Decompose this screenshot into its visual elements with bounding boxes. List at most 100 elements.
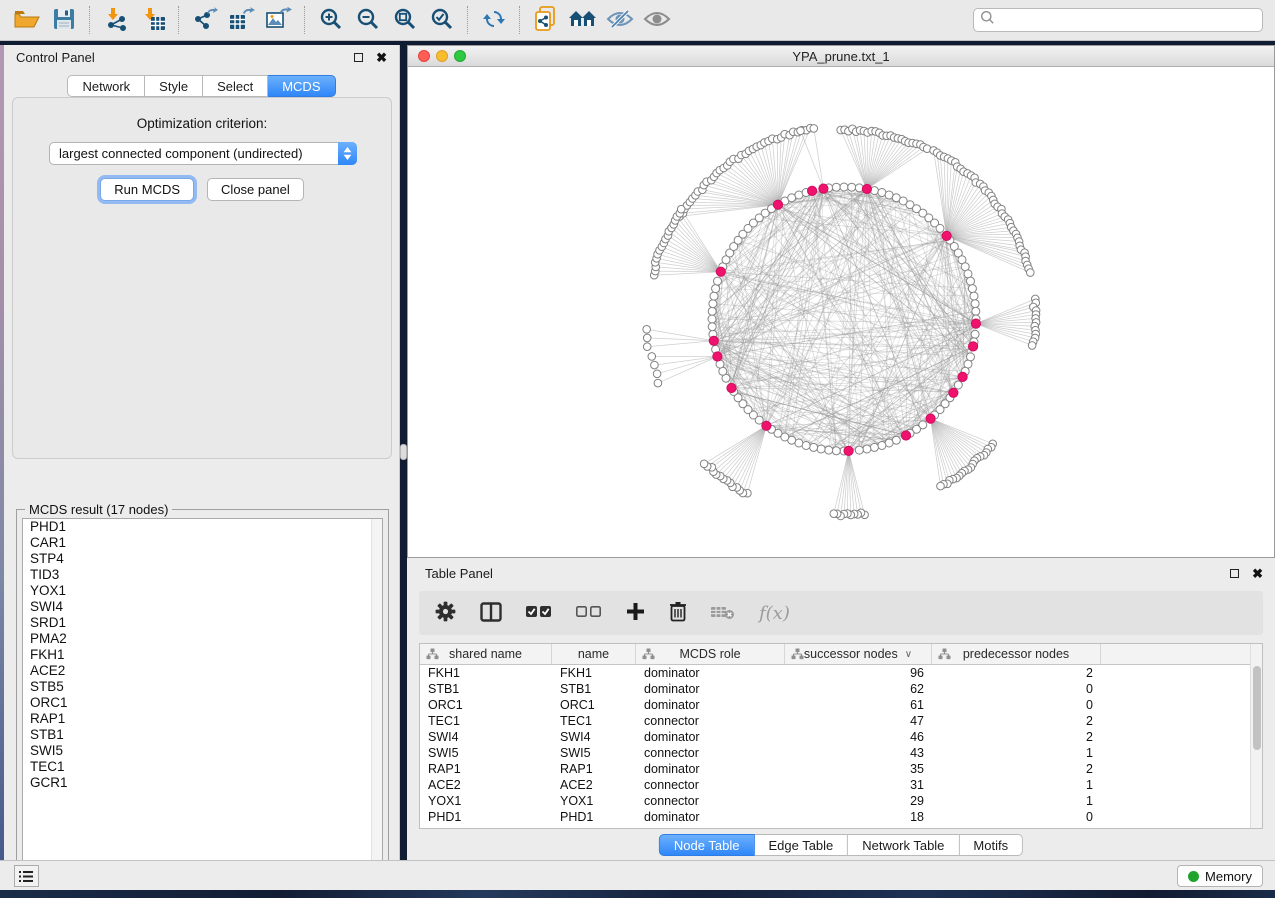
mcds-result-item[interactable]: TID3 (23, 567, 382, 583)
cell-shared-name[interactable]: PHD1 (420, 810, 552, 824)
optimization-criterion-select[interactable]: largest connected component (undirected) (49, 142, 357, 165)
cell-shared-name[interactable]: STB1 (420, 682, 552, 696)
table-row[interactable]: PHD1PHD1dominator180 (420, 809, 1262, 825)
mcds-result-item[interactable]: YOX1 (23, 583, 382, 599)
export-table-button[interactable] (223, 2, 260, 38)
cell-predecessor-nodes[interactable]: 0 (932, 810, 1101, 824)
cell-shared-name[interactable]: RAP1 (420, 762, 552, 776)
table-row[interactable]: SWI5SWI5connector431 (420, 745, 1262, 761)
mcds-result-item[interactable]: SRD1 (23, 615, 382, 631)
cell-successor-nodes[interactable]: 18 (785, 810, 932, 824)
cell-successor-nodes[interactable]: 96 (785, 666, 932, 680)
mcds-result-item[interactable]: ACE2 (23, 663, 382, 679)
column-header-shared-name[interactable]: shared name (420, 644, 552, 664)
export-network-button[interactable] (186, 2, 223, 38)
show-panel-button[interactable] (638, 2, 675, 38)
search-input[interactable] (995, 13, 1256, 27)
mcds-result-item[interactable]: PHD1 (23, 519, 382, 535)
deselect-all-rows-button[interactable] (576, 605, 602, 621)
table-scrollbar[interactable] (1250, 644, 1262, 828)
cell-name[interactable]: ACE2 (552, 778, 636, 792)
mcds-result-item[interactable]: PMA2 (23, 631, 382, 647)
tab-mcds[interactable]: MCDS (268, 75, 335, 97)
mcds-result-item[interactable]: SWI5 (23, 743, 382, 759)
search-field[interactable] (973, 8, 1263, 32)
table-row[interactable]: RAP1RAP1dominator352 (420, 761, 1262, 777)
table-tab-motifs[interactable]: Motifs (959, 834, 1023, 856)
toggle-columns-button[interactable] (480, 602, 502, 625)
network-window-titlebar[interactable]: YPA_prune.txt_1 (408, 46, 1274, 67)
cell-predecessor-nodes[interactable]: 2 (932, 762, 1101, 776)
cell-MCDS-role[interactable]: connector (636, 778, 785, 792)
mcds-result-item[interactable]: ORC1 (23, 695, 382, 711)
hide-panel-button[interactable] (601, 2, 638, 38)
panel-splitter-handle[interactable] (400, 444, 407, 460)
cell-successor-nodes[interactable]: 46 (785, 730, 932, 744)
column-header-name[interactable]: name (552, 644, 636, 664)
function-builder-button[interactable]: f(x) (759, 603, 790, 624)
cell-successor-nodes[interactable]: 35 (785, 762, 932, 776)
table-row[interactable]: TEC1TEC1connector472 (420, 713, 1262, 729)
tab-style[interactable]: Style (145, 75, 203, 97)
network-overview-button[interactable] (564, 2, 601, 38)
cell-name[interactable]: STB1 (552, 682, 636, 696)
cell-name[interactable]: TEC1 (552, 714, 636, 728)
table-row[interactable]: ORC1ORC1dominator610 (420, 697, 1262, 713)
cell-shared-name[interactable]: ACE2 (420, 778, 552, 792)
cell-name[interactable]: YOX1 (552, 794, 636, 808)
cell-shared-name[interactable]: TEC1 (420, 714, 552, 728)
save-session-button[interactable] (45, 2, 82, 38)
cell-MCDS-role[interactable]: dominator (636, 730, 785, 744)
memory-button[interactable]: Memory (1177, 865, 1263, 887)
cell-MCDS-role[interactable]: dominator (636, 698, 785, 712)
cell-predecessor-nodes[interactable]: 1 (932, 794, 1101, 808)
table-row[interactable]: STB1STB1dominator620 (420, 681, 1262, 697)
cell-predecessor-nodes[interactable]: 0 (932, 682, 1101, 696)
cell-MCDS-role[interactable]: connector (636, 794, 785, 808)
table-row[interactable]: FKH1FKH1dominator962 (420, 665, 1262, 681)
clone-network-button[interactable] (527, 2, 564, 38)
mcds-result-item[interactable]: STB5 (23, 679, 382, 695)
table-scrollbar-thumb[interactable] (1253, 666, 1261, 750)
cell-name[interactable]: ORC1 (552, 698, 636, 712)
close-panel-icon[interactable]: ✖ (376, 51, 387, 64)
cell-predecessor-nodes[interactable]: 2 (932, 730, 1101, 744)
cell-name[interactable]: FKH1 (552, 666, 636, 680)
run-mcds-button[interactable]: Run MCDS (100, 178, 194, 201)
cell-predecessor-nodes[interactable]: 2 (932, 714, 1101, 728)
column-header-predecessor-nodes[interactable]: predecessor nodes (932, 644, 1101, 664)
cell-predecessor-nodes[interactable]: 0 (932, 698, 1101, 712)
mcds-result-item[interactable]: STB1 (23, 727, 382, 743)
cell-successor-nodes[interactable]: 61 (785, 698, 932, 712)
cell-predecessor-nodes[interactable]: 1 (932, 778, 1101, 792)
column-header-MCDS-role[interactable]: MCDS role (636, 644, 785, 664)
cell-MCDS-role[interactable]: dominator (636, 810, 785, 824)
cell-shared-name[interactable]: FKH1 (420, 666, 552, 680)
add-column-button[interactable] (626, 602, 645, 624)
import-table-button[interactable] (134, 2, 171, 38)
cell-successor-nodes[interactable]: 29 (785, 794, 932, 808)
network-graph-canvas[interactable] (408, 67, 1274, 557)
zoom-fit-button[interactable] (386, 2, 423, 38)
zoom-in-button[interactable] (312, 2, 349, 38)
float-panel-icon[interactable] (354, 53, 363, 62)
cell-name[interactable]: PHD1 (552, 810, 636, 824)
result-list-scrollbar[interactable] (371, 519, 382, 876)
column-header-successor-nodes[interactable]: successor nodes∨ (785, 644, 932, 664)
cell-shared-name[interactable]: YOX1 (420, 794, 552, 808)
cell-name[interactable]: RAP1 (552, 762, 636, 776)
cell-name[interactable]: SWI5 (552, 746, 636, 760)
export-image-button[interactable] (260, 2, 297, 38)
zoom-out-button[interactable] (349, 2, 386, 38)
cell-successor-nodes[interactable]: 47 (785, 714, 932, 728)
cell-MCDS-role[interactable]: dominator (636, 666, 785, 680)
table-row[interactable]: ACE2ACE2connector311 (420, 777, 1262, 793)
mcds-result-item[interactable]: RAP1 (23, 711, 382, 727)
table-tab-edge-table[interactable]: Edge Table (754, 834, 848, 856)
open-file-button[interactable] (8, 2, 45, 38)
table-tab-network-table[interactable]: Network Table (848, 834, 959, 856)
close-panel-button[interactable]: Close panel (207, 178, 304, 201)
table-tab-node-table[interactable]: Node Table (659, 834, 755, 856)
tab-select[interactable]: Select (203, 75, 268, 97)
cell-MCDS-role[interactable]: connector (636, 714, 785, 728)
